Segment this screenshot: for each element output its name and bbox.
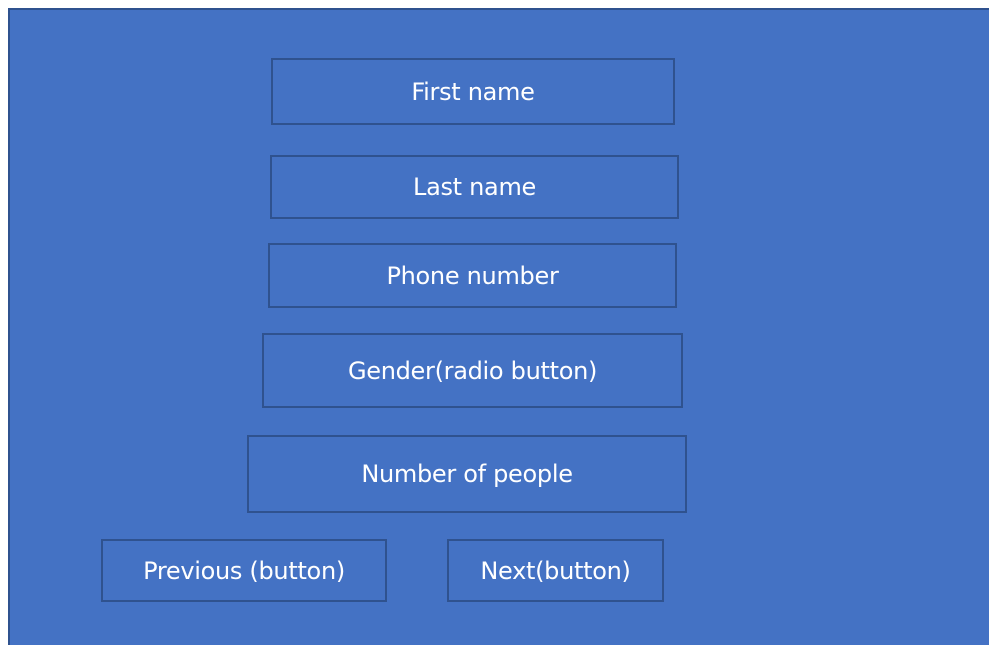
number-of-people-field[interactable]: Number of people: [247, 435, 687, 513]
phone-number-field[interactable]: Phone number: [268, 243, 677, 308]
first-name-field[interactable]: First name: [271, 58, 675, 125]
last-name-field[interactable]: Last name: [270, 155, 679, 219]
next-button[interactable]: Next(button): [447, 539, 664, 602]
gender-radio-group[interactable]: Gender(radio button): [262, 333, 683, 408]
wireframe-canvas: First name Last name Phone number Gender…: [8, 8, 989, 645]
previous-button[interactable]: Previous (button): [101, 539, 387, 602]
